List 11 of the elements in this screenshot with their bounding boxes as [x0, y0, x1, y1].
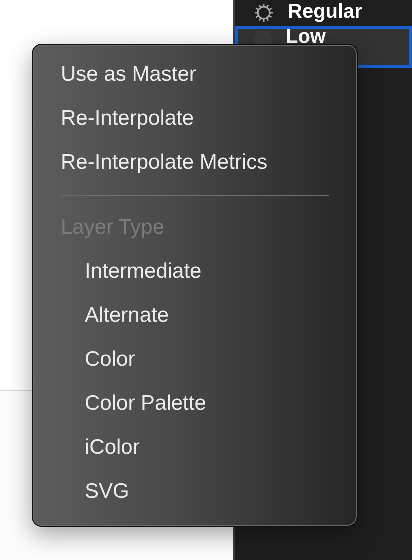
layer-row[interactable]: Regular — [235, 0, 412, 25]
menu-item[interactable]: Color Palette — [33, 382, 357, 426]
menu-item[interactable]: iColor — [33, 426, 357, 470]
gear-icon — [254, 3, 274, 23]
menu-item[interactable]: Color — [33, 338, 357, 382]
menu-item[interactable]: Alternate — [33, 294, 357, 338]
menu-item[interactable]: Re-Interpolate — [33, 97, 357, 141]
menu-item[interactable]: Use as Master — [33, 53, 357, 97]
menu-item[interactable]: Re-Interpolate Metrics — [33, 141, 357, 185]
menu-item[interactable]: SVG — [33, 470, 357, 514]
menu-item[interactable]: Intermediate — [33, 250, 357, 294]
